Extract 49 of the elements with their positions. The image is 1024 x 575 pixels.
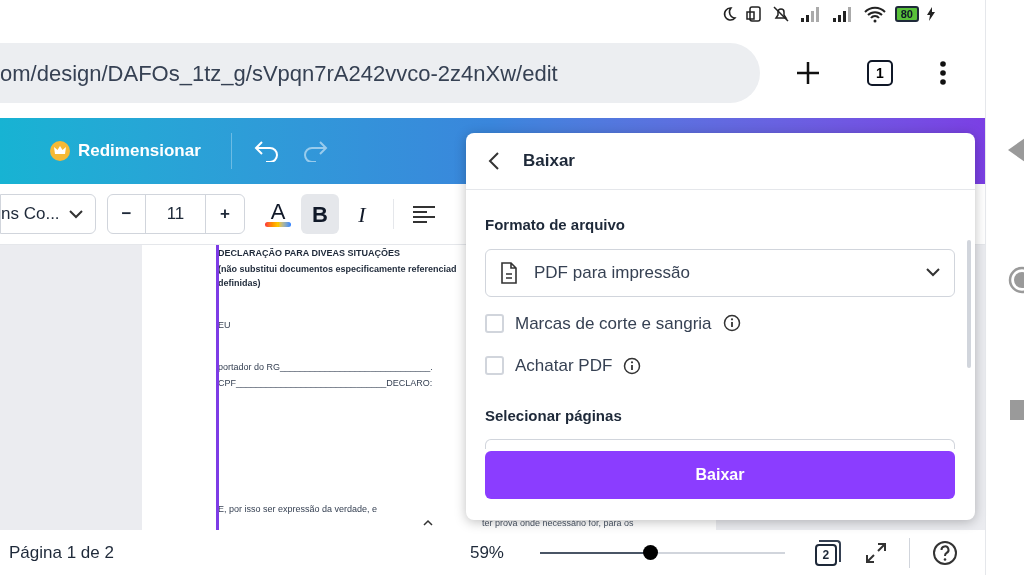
italic-button[interactable]: I	[343, 194, 381, 234]
zoom-slider[interactable]	[539, 544, 785, 561]
option-label: Achatar PDF	[515, 355, 613, 377]
document-text: E, por isso ser expressão da verdade, e	[218, 503, 378, 516]
undo-icon[interactable]	[253, 140, 280, 162]
page-select-field[interactable]	[485, 439, 955, 449]
checkbox[interactable]	[485, 356, 504, 376]
font-dropdown[interactable]: ns Co...	[0, 194, 96, 234]
chevron-down-icon	[926, 268, 940, 277]
battery-indicator: 80	[894, 6, 919, 22]
bold-button[interactable]: B	[301, 194, 339, 234]
font-size-field[interactable]: 11	[146, 195, 206, 233]
slider-thumb[interactable]	[643, 545, 659, 560]
muted-bell-icon	[770, 5, 791, 23]
crown-icon	[50, 141, 70, 161]
page-indicator: Página 1 de 2	[9, 541, 114, 564]
fullscreen-icon[interactable]	[864, 541, 887, 564]
decrease-size-button[interactable]: −	[108, 195, 146, 233]
option-label: Marcas de corte e sangria	[515, 312, 712, 335]
phone-icon	[744, 5, 763, 23]
file-format-dropdown[interactable]: PDF para impressão	[485, 248, 955, 297]
document-text: EU	[218, 319, 231, 332]
section-label: Formato de arquivo	[485, 215, 627, 235]
document-text: DECLARAÇÃO PARA DIVEAS SITUAÇÕES	[218, 247, 400, 260]
chevron-down-icon	[69, 209, 83, 219]
checkbox[interactable]	[485, 313, 504, 333]
charging-icon	[927, 7, 935, 21]
zoom-percentage: 59%	[469, 541, 504, 564]
increase-size-button[interactable]: +	[206, 195, 244, 233]
address-bar[interactable]: om/design/DAFOs_1tz_g/sVpqn7rA242vvco-2z4nXw/edit	[0, 43, 760, 103]
document-text: CPF______________________________DECLARO:	[218, 377, 433, 390]
help-icon[interactable]	[931, 539, 958, 566]
document-text: (não substitui documentos especificamente referenciad	[218, 263, 457, 276]
tab-count[interactable]: 1	[867, 60, 893, 86]
download-button[interactable]: Baixar	[485, 451, 955, 499]
new-tab-icon[interactable]	[795, 60, 821, 86]
document-icon	[500, 261, 518, 284]
document-text: definidas)	[218, 277, 261, 290]
document-text: portador do RG______________________________.	[218, 361, 433, 374]
wifi-icon	[862, 5, 887, 23]
back-icon[interactable]	[488, 151, 500, 171]
section-label: Selecionar páginas	[485, 405, 623, 426]
align-left-icon[interactable]	[412, 205, 436, 223]
panel-title: Baixar	[523, 150, 575, 173]
info-icon[interactable]	[722, 314, 741, 333]
text-color-button[interactable]: A	[259, 194, 297, 234]
info-icon[interactable]	[623, 356, 642, 375]
menu-icon[interactable]	[939, 60, 947, 86]
back-triangle-icon[interactable]	[1008, 138, 1024, 162]
